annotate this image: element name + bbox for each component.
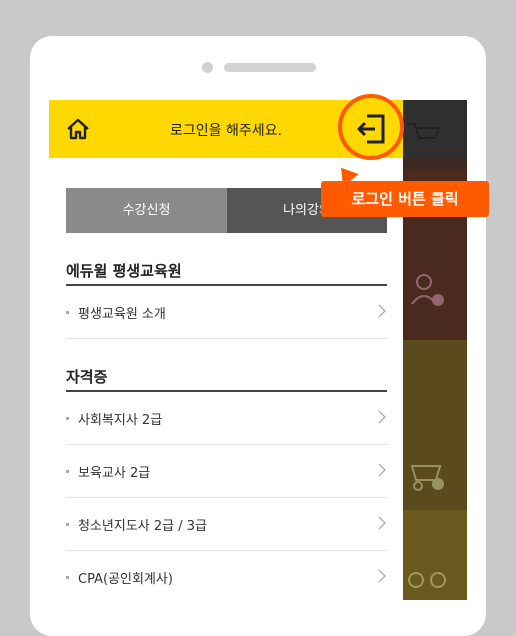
- list-item[interactable]: 평생교육원 소개: [66, 286, 387, 339]
- list-item[interactable]: 청소년지도사 2급 / 3급: [66, 498, 387, 551]
- bullet-dot: [66, 417, 69, 420]
- chevron-right-icon: [378, 410, 386, 424]
- bicycle-icon: [408, 572, 446, 588]
- phone-screen: 로그인을 해주세요. 수강신청 나의강의 에듀윌 평생교육원 평생교육원 소개 …: [49, 100, 467, 600]
- tab-course-registration[interactable]: 수강신청: [66, 188, 227, 233]
- chevron-right-icon: [378, 463, 386, 477]
- list-item-label: CPA(공인회계사): [78, 572, 173, 587]
- section-title-eduwill: 에듀윌 평생교육원: [66, 262, 182, 280]
- chevron-right-icon: [378, 569, 386, 583]
- bullet-dot: [66, 576, 69, 579]
- list-item[interactable]: CPA(공인회계사): [66, 551, 387, 600]
- list-item[interactable]: 사회복지사 2급: [66, 392, 387, 445]
- list-item[interactable]: 보육교사 2급: [66, 445, 387, 498]
- stroller-icon: [410, 465, 444, 491]
- chevron-right-icon: [378, 516, 386, 530]
- certificate-icon: [411, 274, 444, 306]
- bullet-dot: [66, 523, 69, 526]
- section-title-certificates: 자격증: [66, 368, 108, 386]
- callout-label: 로그인 버튼 클릭: [321, 181, 489, 217]
- phone-camera: [202, 62, 213, 73]
- list-item-label: 사회복지사 2급: [78, 413, 163, 428]
- bullet-dot: [66, 470, 69, 473]
- list-item-label: 평생교육원 소개: [78, 307, 166, 322]
- list-item-label: 청소년지도사 2급 / 3급: [78, 519, 207, 534]
- chevron-right-icon: [378, 304, 386, 318]
- cart-icon[interactable]: [403, 118, 443, 148]
- bullet-dot: [66, 311, 69, 314]
- login-icon[interactable]: [355, 113, 387, 145]
- list-item-label: 보육교사 2급: [78, 466, 151, 481]
- phone-speaker: [224, 63, 316, 72]
